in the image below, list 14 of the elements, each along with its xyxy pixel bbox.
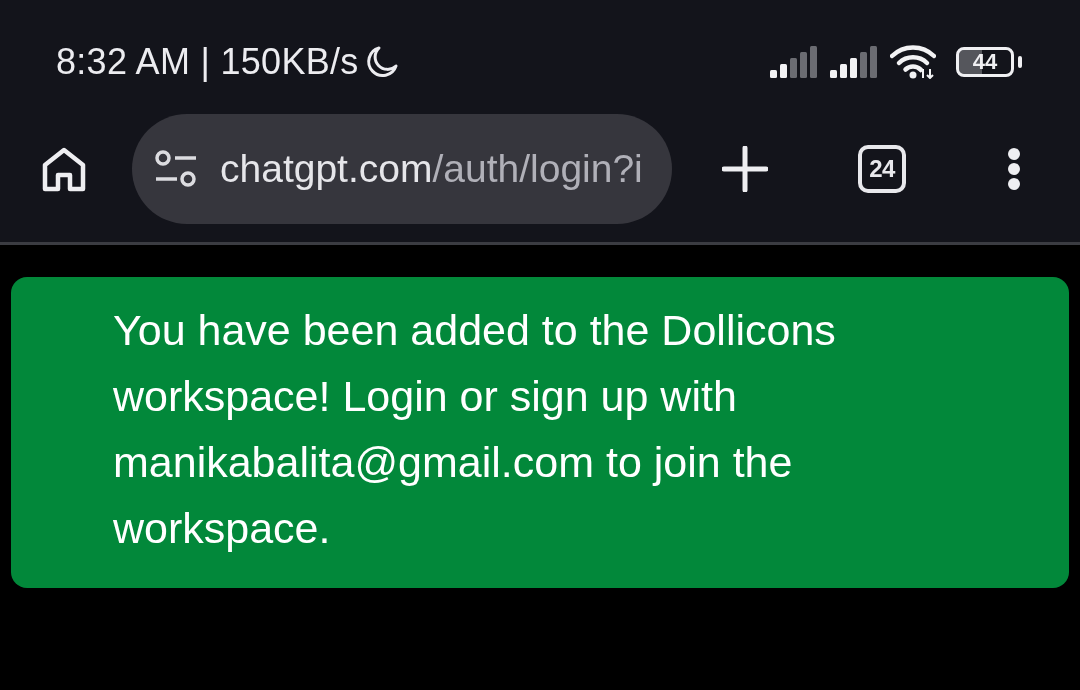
new-tab-button[interactable] bbox=[722, 145, 768, 192]
more-options-icon bbox=[1007, 146, 1021, 191]
wifi-icon bbox=[890, 44, 936, 79]
address-bar[interactable]: chatgpt.com/auth/login?i bbox=[132, 113, 672, 224]
plus-icon bbox=[722, 145, 768, 192]
menu-button[interactable] bbox=[1007, 146, 1021, 191]
tab-count-button[interactable]: 24 bbox=[858, 144, 906, 193]
signal-icon bbox=[830, 45, 878, 78]
tune-icon bbox=[154, 148, 198, 189]
signal-icon bbox=[770, 45, 818, 78]
banner-message: You have been added to the Dollicons workspace! Login or sign up with manikabalita@gmail.com to join the workspace. bbox=[113, 305, 837, 554]
moon-icon bbox=[364, 44, 399, 79]
battery-indicator: 44 bbox=[956, 46, 1022, 77]
status-text: 8:32 AM | 150KB/s bbox=[56, 40, 359, 83]
